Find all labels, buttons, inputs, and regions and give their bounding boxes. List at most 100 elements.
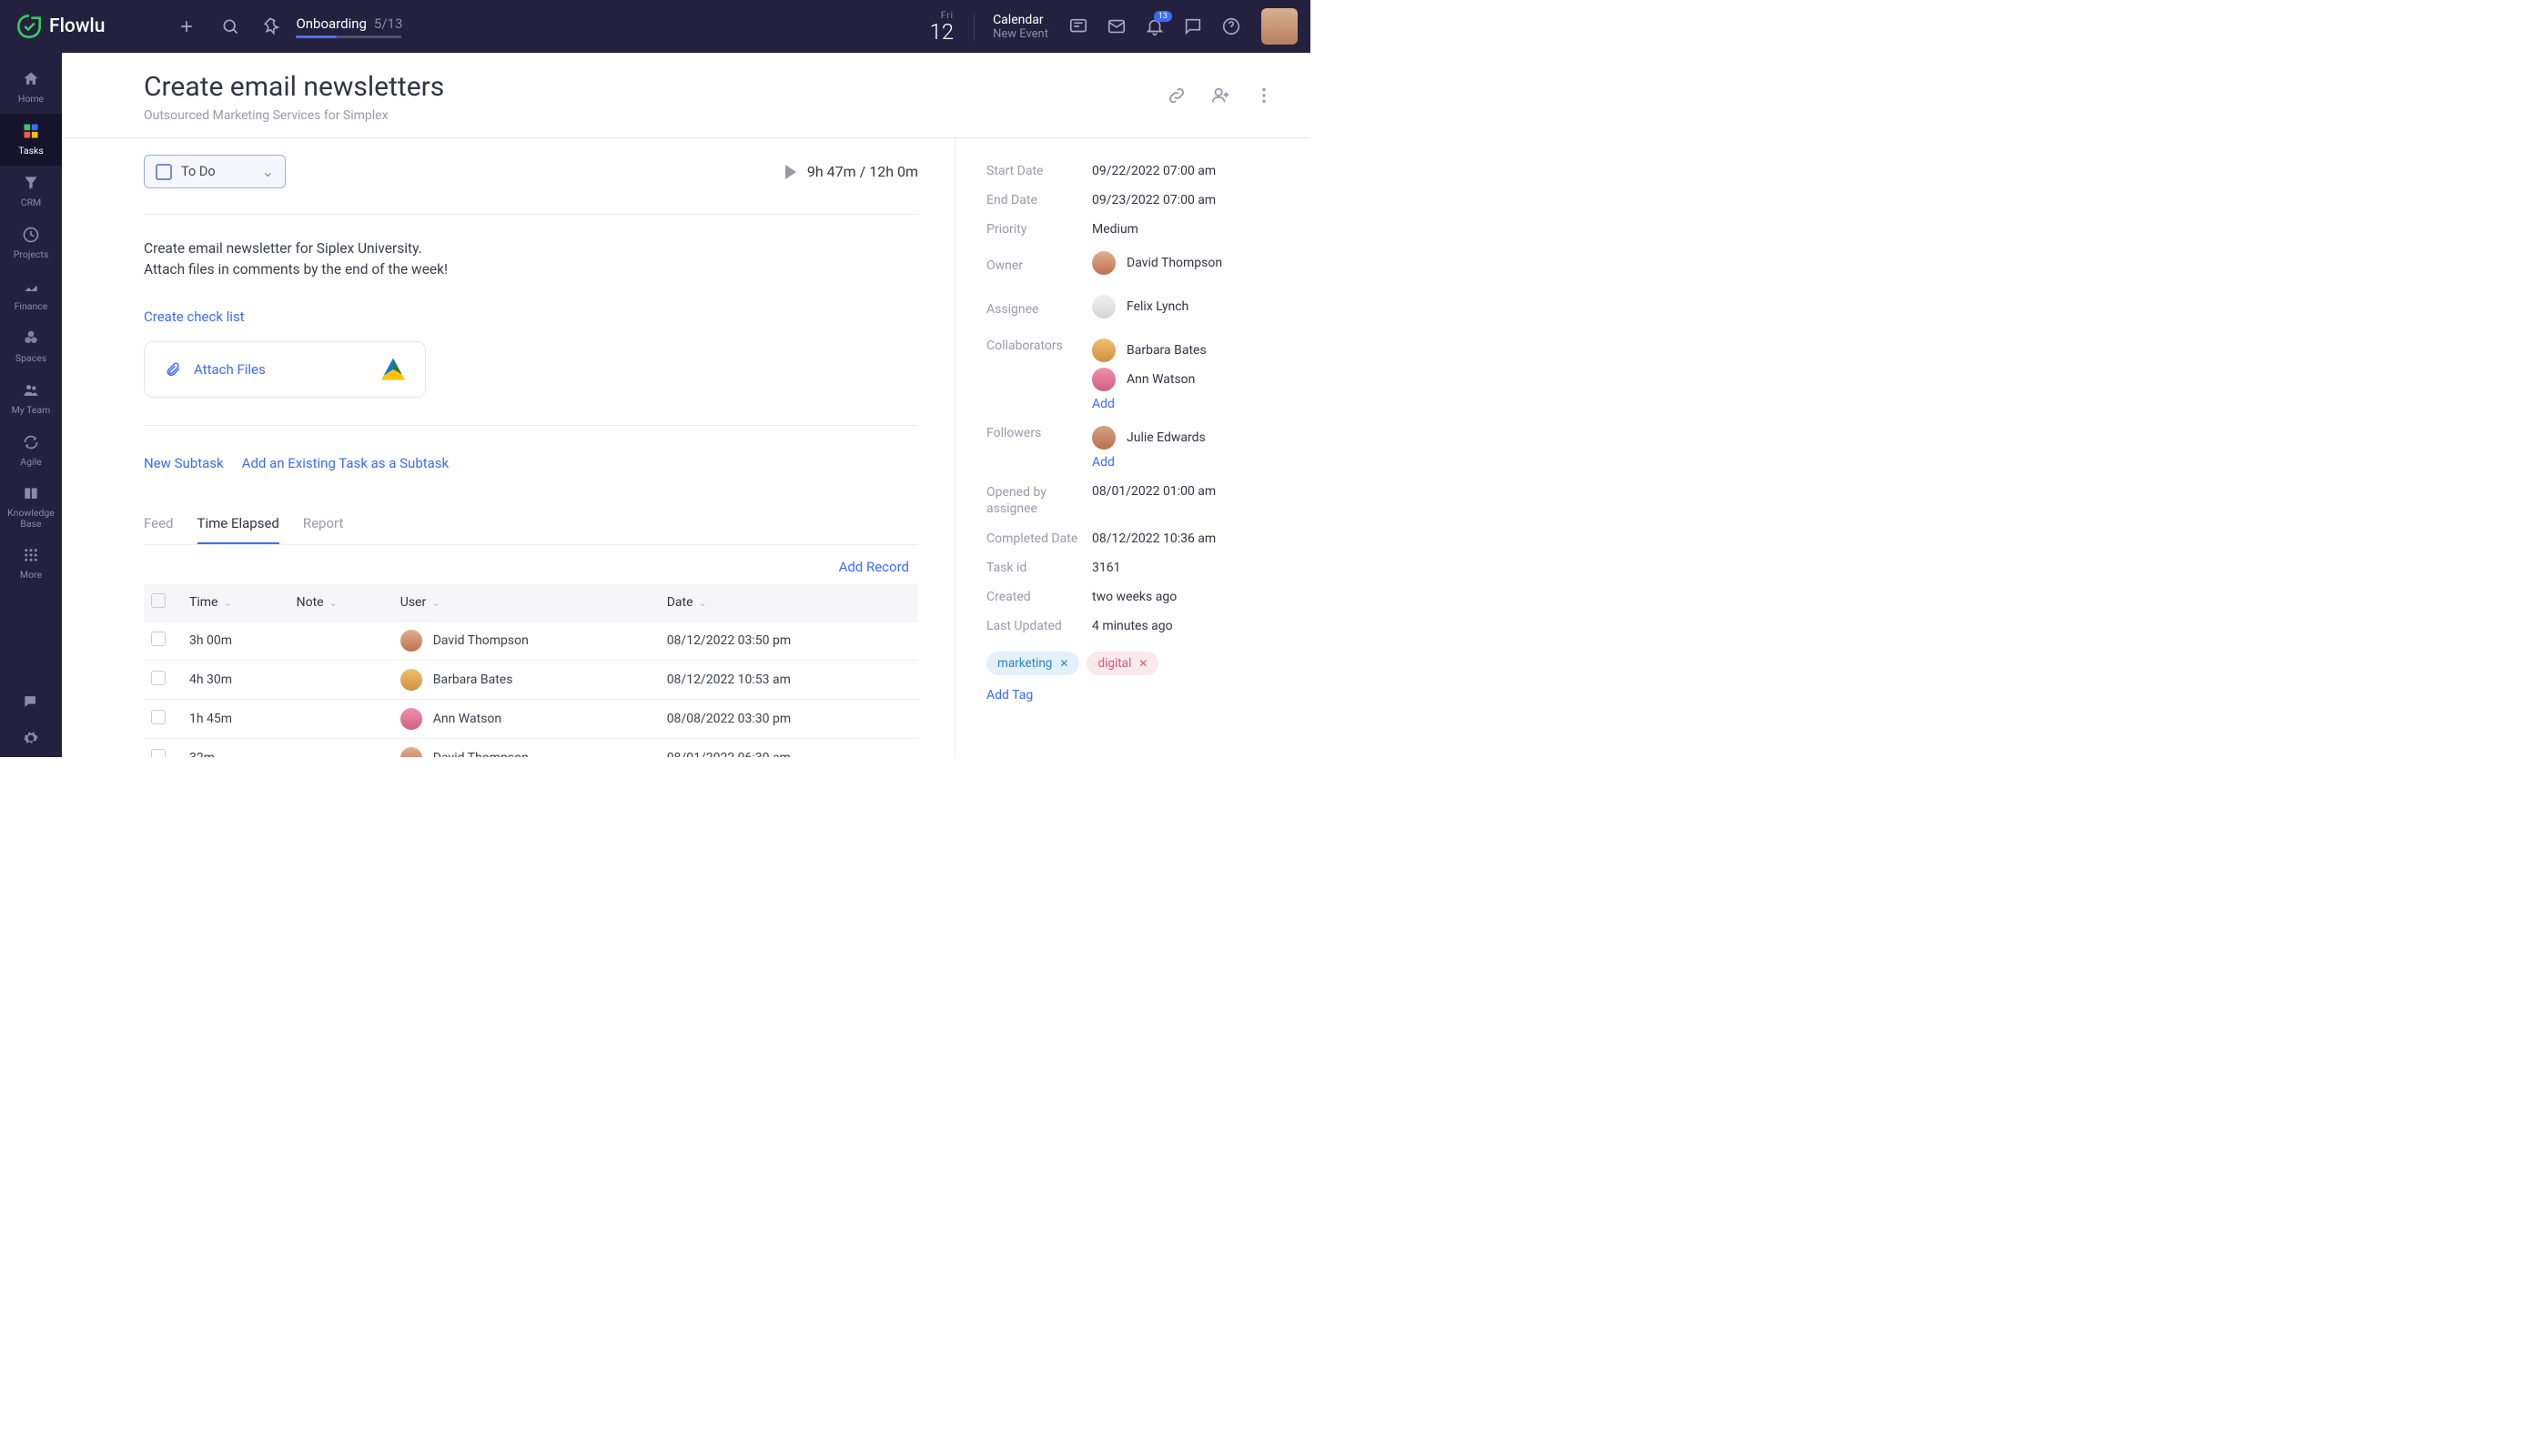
rail-home[interactable]: Home (0, 62, 62, 114)
prop-key: Task id (986, 561, 1092, 575)
table-row[interactable]: 3h 00mDavid Thompson08/12/2022 03:50 pm (144, 621, 918, 660)
link-icon[interactable] (1167, 86, 1187, 109)
avatar-icon (400, 630, 422, 652)
table-row[interactable]: 1h 45mAnn Watson08/08/2022 03:30 pm (144, 699, 918, 738)
add-record-link[interactable]: Add Record (839, 559, 909, 575)
rail-label: Finance (15, 300, 48, 312)
rail-label: Home (18, 93, 44, 105)
person-collab[interactable]: Ann Watson (1092, 368, 1207, 391)
person-assignee[interactable]: Felix Lynch (1092, 295, 1188, 318)
mail-icon[interactable] (1107, 16, 1127, 36)
tag-marketing[interactable]: marketing✕ (986, 652, 1079, 675)
cell-time: 4h 30m (182, 660, 289, 699)
prop-value: 09/22/2022 07:00 am (1092, 164, 1216, 178)
date-number: 12 (929, 21, 954, 43)
prop-value: 3161 (1092, 561, 1120, 575)
avatar-icon (1092, 426, 1116, 450)
messenger-icon (21, 692, 41, 712)
timer-value: 9h 47m / 12h 0m (807, 163, 918, 180)
add-follower-link[interactable]: Add (1092, 455, 1115, 470)
attach-files-box[interactable]: Attach Files (144, 341, 426, 398)
logo[interactable]: Flowlu (16, 14, 105, 39)
calendar-widget[interactable]: Calendar New Event (974, 13, 1048, 41)
avatar-icon (400, 747, 422, 758)
row-checkbox[interactable] (151, 671, 166, 685)
status-select[interactable]: To Do ⌄ (144, 155, 286, 188)
rail-team[interactable]: My Team (0, 373, 62, 425)
prop-key: Assignee (986, 302, 1092, 317)
remove-tag-icon[interactable]: ✕ (1138, 657, 1148, 670)
cell-user: Barbara Bates (433, 672, 513, 687)
col-date[interactable]: Date⌄ (660, 584, 918, 622)
rail-settings[interactable] (0, 721, 62, 757)
table-row[interactable]: 32mDavid Thompson08/01/2022 06:30 am (144, 738, 918, 757)
knowledge-icon (21, 484, 41, 504)
checkbox-all[interactable] (151, 593, 166, 608)
notes-icon[interactable] (1068, 16, 1088, 36)
row-checkbox[interactable] (151, 632, 166, 646)
rail-projects[interactable]: Projects (0, 217, 62, 269)
rail-knowledge[interactable]: Knowledge Base (0, 477, 62, 538)
avatar-icon (1092, 339, 1116, 362)
cell-user: Ann Watson (433, 712, 501, 726)
pin-icon (263, 16, 283, 36)
person-follower[interactable]: Julie Edwards (1092, 426, 1206, 450)
sort-icon: ⌄ (223, 597, 231, 609)
add-tag-link[interactable]: Add Tag (986, 688, 1283, 703)
paperclip-icon (165, 361, 181, 378)
row-checkbox[interactable] (151, 710, 166, 724)
calendar-new-event: New Event (993, 27, 1048, 41)
bell-icon[interactable]: 13 (1145, 16, 1165, 36)
tab-time-elapsed[interactable]: Time Elapsed (197, 504, 279, 544)
col-time[interactable]: Time⌄ (182, 584, 289, 622)
rail-spaces[interactable]: Spaces (0, 321, 62, 373)
remove-tag-icon[interactable]: ✕ (1059, 657, 1068, 670)
prop-key: Last Updated (986, 619, 1092, 633)
add-collaborator-link[interactable]: Add (1092, 397, 1115, 411)
gdrive-icon[interactable] (381, 359, 405, 380)
prop-value: Medium (1092, 222, 1138, 237)
person-owner[interactable]: David Thompson (1092, 251, 1222, 275)
status-label: To Do (181, 164, 253, 179)
rail-more[interactable]: More (0, 538, 62, 590)
chat-icon[interactable] (1183, 16, 1203, 36)
rail-agile[interactable]: Agile (0, 425, 62, 477)
col-user[interactable]: User⌄ (393, 584, 660, 622)
rail-finance[interactable]: Finance (0, 269, 62, 321)
person-collab[interactable]: Barbara Bates (1092, 339, 1207, 362)
desc-line: Attach files in comments by the end of t… (144, 259, 918, 280)
prop-value: 08/01/2022 01:00 am (1092, 484, 1216, 517)
tag-digital[interactable]: digital✕ (1087, 652, 1158, 675)
help-icon[interactable] (1221, 16, 1241, 36)
table-row[interactable]: 4h 30mBarbara Bates08/12/2022 10:53 am (144, 660, 918, 699)
page-title: Create email newsletters (144, 71, 444, 103)
rail-label: Spaces (15, 352, 46, 364)
date-widget[interactable]: Fri 12 (929, 11, 954, 43)
rail-tasks[interactable]: Tasks (0, 114, 62, 166)
main-pane: To Do ⌄ 9h 47m / 12h 0m Create email new… (62, 138, 956, 757)
add-existing-subtask-link[interactable]: Add an Existing Task as a Subtask (242, 455, 450, 471)
new-subtask-link[interactable]: New Subtask (144, 455, 224, 471)
sort-icon: ⌄ (329, 597, 338, 609)
cell-date: 08/01/2022 06:30 am (660, 738, 918, 757)
tab-report[interactable]: Report (303, 504, 344, 544)
row-checkbox[interactable] (151, 749, 166, 758)
finance-icon (21, 277, 41, 297)
add-person-icon[interactable] (1210, 86, 1230, 109)
col-note[interactable]: Note⌄ (289, 584, 393, 622)
rail-crm[interactable]: CRM (0, 166, 62, 217)
avatar-icon (400, 708, 422, 730)
create-checklist-link[interactable]: Create check list (144, 308, 918, 325)
user-avatar[interactable] (1261, 8, 1298, 45)
onboarding-count: 5/13 (374, 15, 402, 32)
plus-icon[interactable] (177, 17, 196, 35)
search-icon[interactable] (221, 17, 239, 35)
rail-messenger[interactable] (0, 684, 62, 721)
onboarding-widget[interactable]: Onboarding 5/13 (263, 15, 402, 38)
tab-feed[interactable]: Feed (144, 504, 174, 544)
more-vert-icon[interactable] (1254, 86, 1274, 109)
avatar-icon (1092, 368, 1116, 391)
logo-icon (16, 14, 42, 39)
more-icon (21, 545, 41, 565)
play-icon[interactable] (785, 165, 796, 179)
